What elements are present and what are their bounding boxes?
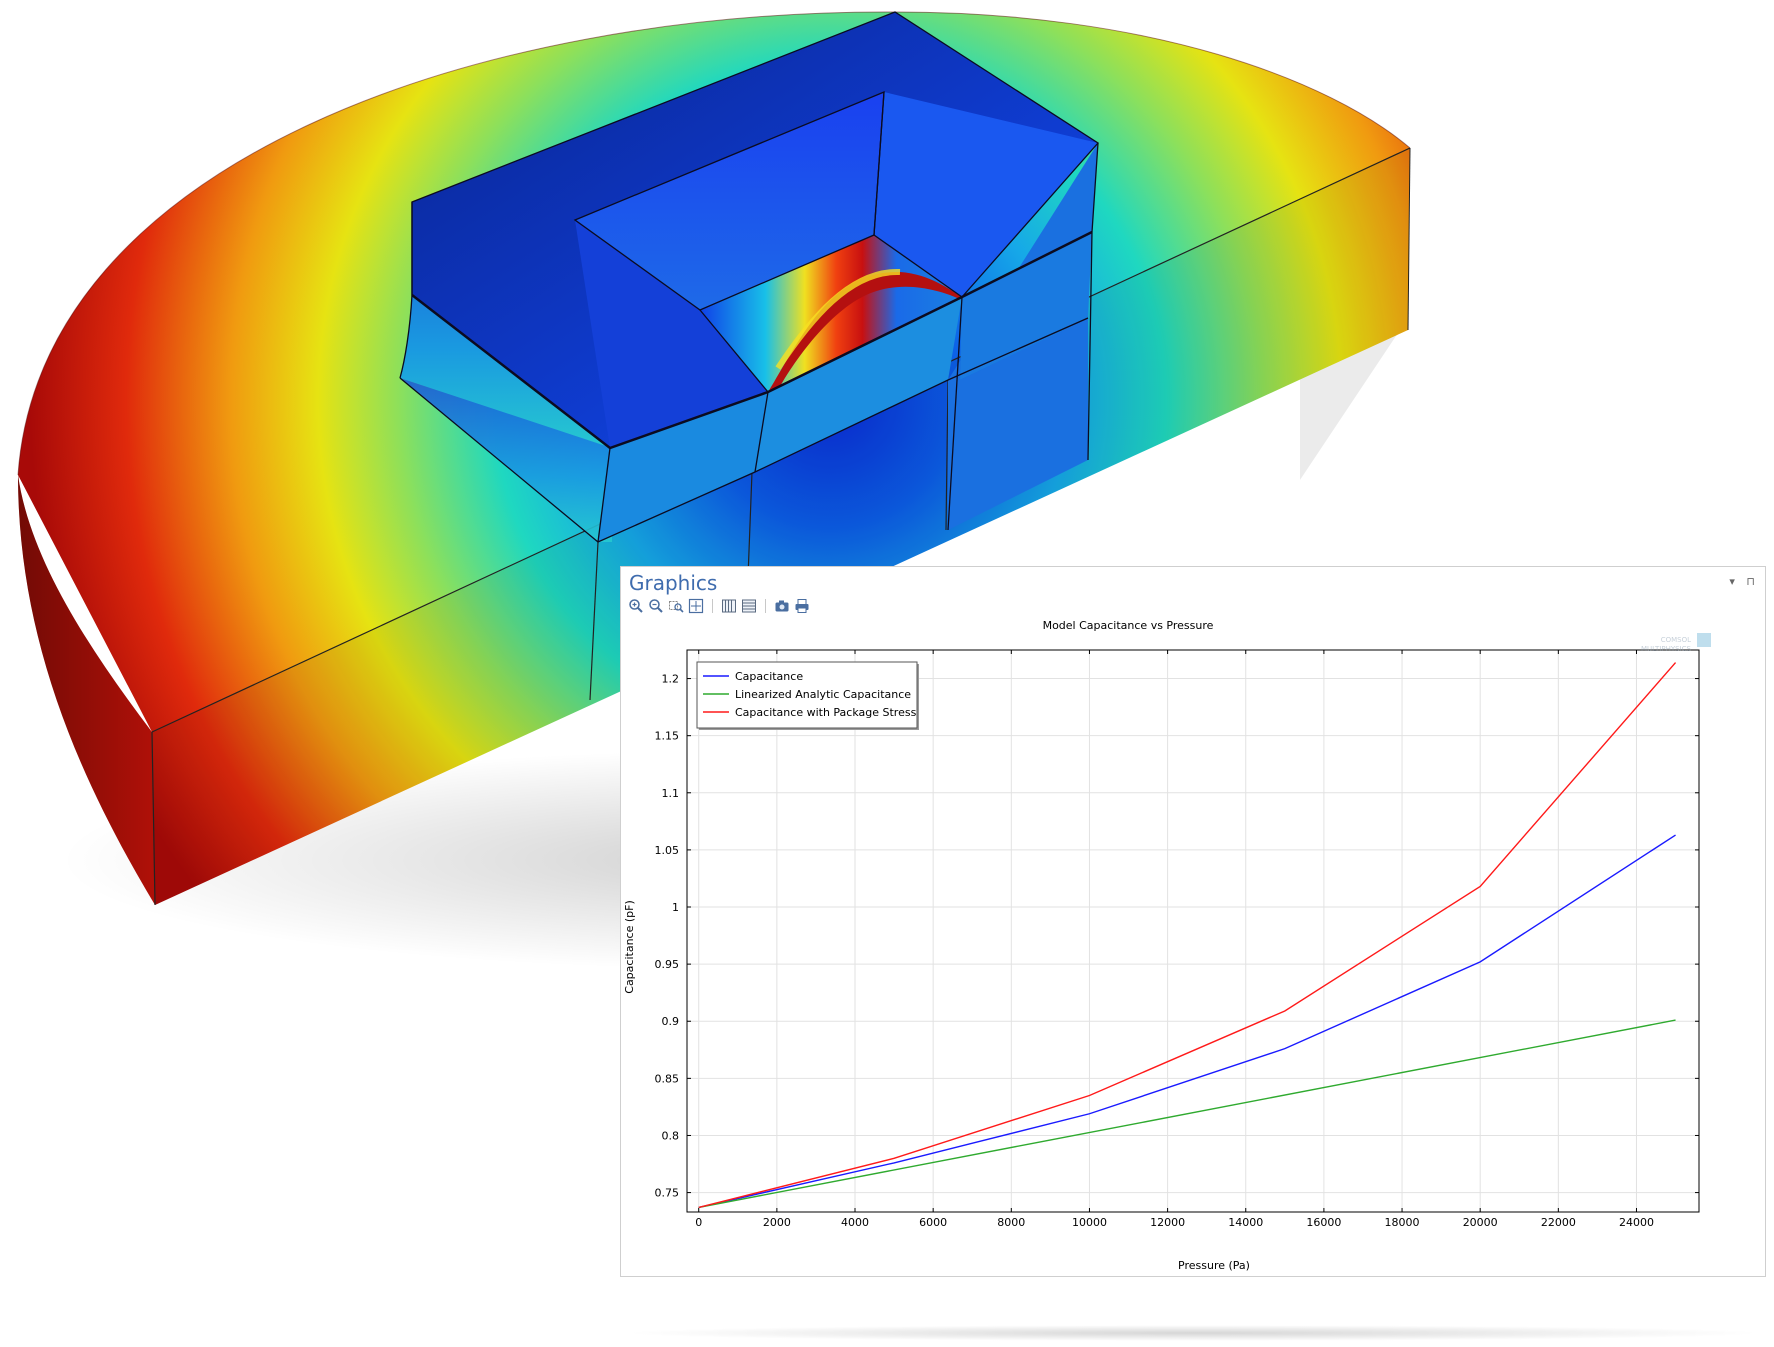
x-tick-label: 18000 [1385,1216,1420,1229]
x-tick-label: 24000 [1619,1216,1654,1229]
graphics-toolbar [627,597,811,615]
watermark-line2: MULTIPHYSICS [1641,645,1692,653]
legend-label: Capacitance with Package Stress [735,706,917,719]
zoom-out-icon[interactable] [647,597,665,615]
grid-toggle-icon[interactable] [740,597,758,615]
x-tick-label: 8000 [997,1216,1025,1229]
watermark-line1: COMSOL [1661,636,1691,644]
x-tick-label: 0 [695,1216,702,1229]
x-tick-label: 20000 [1463,1216,1498,1229]
series-line-2 [698,662,1677,1209]
series-line-1 [698,1019,1676,1209]
y-tick-label: 0.9 [662,1015,680,1028]
chart-legend: Capacitance Linearized Analytic Capacitan… [696,661,919,730]
plot-area-frame [686,649,1700,1213]
panel-shadow [620,1325,1766,1341]
x-tick-label: 10000 [1072,1216,1107,1229]
y-tick-label: 1.2 [662,673,680,686]
zoom-in-icon[interactable] [627,597,645,615]
panel-title: Graphics [629,571,718,595]
chart-gridlines [687,650,1699,1212]
chart-series [698,662,1677,1209]
zoom-extents-icon[interactable] [687,597,705,615]
y-axis-ticks: 0.75 0.8 0.85 0.9 0.95 1 1.05 1.1 1.15 1.2 [655,673,1699,1200]
x-tick-label: 22000 [1541,1216,1576,1229]
y-axis-label: Capacitance (pF) [623,900,636,993]
graphics-panel: Graphics ▾ ⊓ 0 2000 4000 6000 8000 10000… [620,566,1766,1277]
y-tick-label: 0.75 [655,1187,680,1200]
x-tick-label: 4000 [841,1216,869,1229]
x-tick-label: 2000 [763,1216,791,1229]
x-axis-ticks: 0 2000 4000 6000 8000 10000 12000 14000 16000 180… [695,650,1654,1229]
y-tick-label: 1.1 [662,787,680,800]
toolbar-separator [712,599,713,613]
legend-label: Linearized Analytic Capacitance [735,688,911,701]
print-icon[interactable] [793,597,811,615]
y-tick-label: 0.95 [655,958,680,971]
x-tick-label: 6000 [919,1216,947,1229]
legend-label: Capacitance [735,670,803,683]
panel-window-controls[interactable]: ▾ ⊓ [1729,575,1759,588]
y-tick-label: 1.05 [655,844,680,857]
toolbar-separator [765,599,766,613]
comsol-logo-icon [1697,633,1711,647]
chart-title: Model Capacitance vs Pressure [1043,619,1214,632]
scene-light-icon[interactable] [720,597,738,615]
y-tick-label: 1 [672,901,679,914]
x-tick-label: 16000 [1306,1216,1341,1229]
x-tick-label: 12000 [1150,1216,1185,1229]
y-tick-label: 1.15 [655,730,680,743]
x-tick-label: 14000 [1228,1216,1263,1229]
y-tick-label: 0.85 [655,1072,680,1085]
camera-icon[interactable] [773,597,791,615]
x-axis-label: Pressure (Pa) [1178,1259,1250,1272]
comsol-watermark: COMSOL MULTIPHYSICS [1641,633,1711,653]
y-tick-label: 0.8 [662,1129,680,1142]
zoom-box-icon[interactable] [667,597,685,615]
capacitance-chart: 0 2000 4000 6000 8000 10000 12000 14000 16000 180… [623,619,1711,1272]
